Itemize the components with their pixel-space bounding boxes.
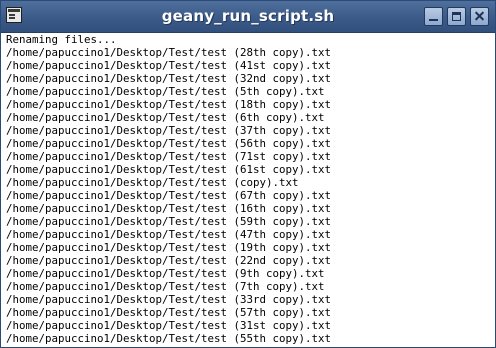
output-line: /home/papuccino1/Desktop/Test/test (copy…	[6, 176, 299, 189]
window-title: geany_run_script.sh	[161, 7, 335, 25]
output-line: /home/papuccino1/Desktop/Test/test (55th…	[6, 332, 332, 345]
output-line: /home/papuccino1/Desktop/Test/test (56th…	[6, 137, 332, 150]
output-line: /home/papuccino1/Desktop/Test/test (16th…	[6, 202, 332, 215]
terminal-text: Renaming files.../home/papuccino1/Deskto…	[1, 33, 495, 345]
output-line: /home/papuccino1/Desktop/Test/test (47th…	[6, 228, 332, 241]
output-line: /home/papuccino1/Desktop/Test/test (41st…	[6, 59, 332, 72]
output-line: /home/papuccino1/Desktop/Test/test (6th …	[6, 111, 325, 124]
minimize-icon[interactable]	[424, 7, 443, 26]
output-line: /home/papuccino1/Desktop/Test/test (9th …	[6, 267, 325, 280]
output-line: /home/papuccino1/Desktop/Test/test (61st…	[6, 163, 332, 176]
output-line: /home/papuccino1/Desktop/Test/test (19th…	[6, 241, 332, 254]
output-line: /home/papuccino1/Desktop/Test/test (67th…	[6, 189, 332, 202]
output-line: Renaming files...	[6, 33, 117, 46]
output-line: /home/papuccino1/Desktop/Test/test (5th …	[6, 85, 325, 98]
output-line: /home/papuccino1/Desktop/Test/test (28th…	[6, 46, 332, 59]
output-line: /home/papuccino1/Desktop/Test/test (33rd…	[6, 293, 332, 306]
output-line: /home/papuccino1/Desktop/Test/test (31st…	[6, 319, 332, 332]
close-icon[interactable]	[470, 7, 489, 26]
terminal-window: geany_run_script.sh Renaming files.../ho…	[0, 0, 496, 348]
output-line: /home/papuccino1/Desktop/Test/test (59th…	[6, 215, 332, 228]
output-line: /home/papuccino1/Desktop/Test/test (57th…	[6, 306, 332, 319]
output-line: /home/papuccino1/Desktop/Test/test (22nd…	[6, 254, 332, 267]
output-line: /home/papuccino1/Desktop/Test/test (32nd…	[6, 72, 332, 85]
maximize-icon[interactable]	[447, 7, 466, 26]
output-line: /home/papuccino1/Desktop/Test/test (18th…	[6, 98, 332, 111]
output-line: /home/papuccino1/Desktop/Test/test (71st…	[6, 150, 332, 163]
output-line: /home/papuccino1/Desktop/Test/test (7th …	[6, 280, 325, 293]
terminal-output[interactable]: Renaming files.../home/papuccino1/Deskto…	[1, 33, 495, 347]
title-bar[interactable]: geany_run_script.sh	[1, 1, 495, 33]
output-line: /home/papuccino1/Desktop/Test/test (37th…	[6, 124, 332, 137]
